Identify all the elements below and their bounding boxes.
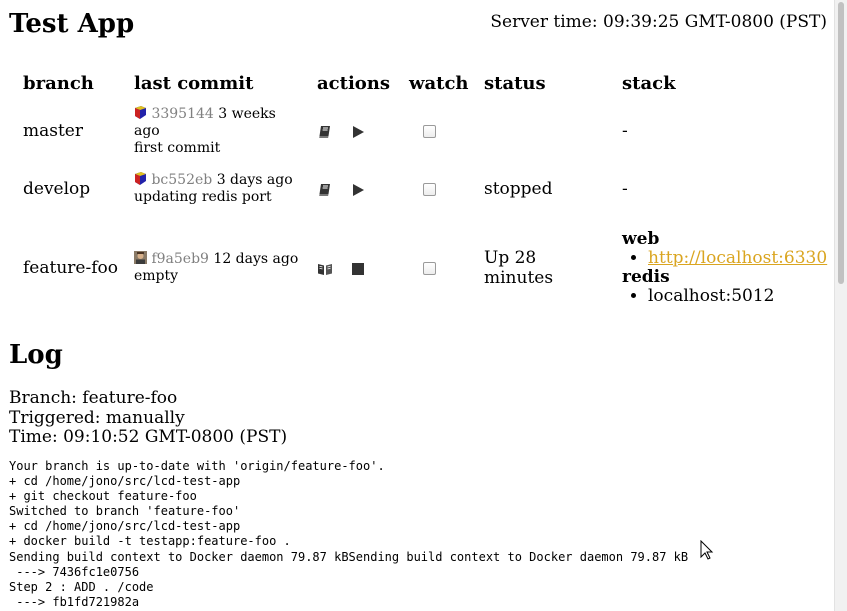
stack-empty: - — [622, 121, 628, 141]
table-row: feature-foo f9a5eb9 12 days ago empty Up… — [9, 218, 827, 318]
stack-redis-list: localhost:5012 — [622, 287, 827, 306]
commit-message: first commit — [134, 139, 221, 156]
commit-sha-link[interactable]: 3395144 — [151, 106, 213, 122]
watch-cell — [395, 102, 470, 160]
actions-cell — [303, 218, 395, 318]
watch-checkbox[interactable] — [423, 183, 436, 196]
commit-age: 3 days ago — [216, 172, 293, 188]
commit-message: empty — [134, 268, 179, 284]
stack-empty: - — [622, 179, 628, 199]
photo-avatar-icon — [134, 251, 147, 264]
log-triggered: Triggered: manually — [9, 407, 185, 428]
status-text: Up 28 minutes — [484, 248, 554, 288]
branch-name: master — [23, 121, 83, 141]
header-branch: branch — [23, 72, 94, 94]
watch-cell — [395, 160, 470, 218]
page: Test App Server time: 09:39:25 GMT-0800 … — [0, 0, 834, 611]
header-watch: watch — [409, 72, 469, 94]
table-header-row: branch last commit actions watch status … — [9, 64, 827, 102]
vertical-scrollbar[interactable] — [834, 0, 847, 611]
watch-checkbox[interactable] — [423, 125, 436, 138]
book-icon[interactable] — [317, 124, 333, 140]
header-status: status — [484, 72, 546, 94]
list-item: localhost:5012 — [648, 287, 827, 306]
last-commit: 3395144 3 weeks ago first commit — [120, 102, 303, 160]
table-row: develop bc552eb 3 days ago updating redi… — [9, 160, 827, 218]
actions-cell — [303, 160, 395, 218]
log-title: Log — [9, 340, 63, 370]
open-book-icon[interactable] — [317, 261, 333, 277]
log-output: Your branch is up-to-date with 'origin/f… — [9, 459, 689, 609]
last-commit: f9a5eb9 12 days ago empty — [120, 218, 303, 318]
status-text — [470, 102, 608, 160]
stack-web-list: http://localhost:6330 — [622, 249, 827, 268]
stack-service-web: web — [622, 229, 660, 249]
header-stack: stack — [622, 72, 676, 94]
app-title: Test App — [9, 9, 135, 39]
stack-cell: web http://localhost:6330 redis localhos… — [608, 218, 827, 318]
book-icon[interactable] — [317, 182, 333, 198]
header-last-commit: last commit — [134, 72, 254, 94]
watch-cell — [395, 218, 470, 318]
play-icon[interactable] — [350, 182, 366, 198]
commit-sha-link[interactable]: f9a5eb9 — [151, 251, 209, 267]
stack-service-redis: redis — [622, 267, 670, 287]
cube-avatar-icon — [135, 172, 146, 185]
log-branch: Branch: feature-foo — [9, 388, 178, 408]
table-row: master 3395144 3 weeks ago first commit … — [9, 102, 827, 160]
actions-cell — [303, 102, 395, 160]
stop-icon[interactable] — [350, 261, 366, 277]
branches-table: branch last commit actions watch status … — [9, 64, 827, 318]
header-actions: actions — [317, 72, 391, 94]
status-text: stopped — [484, 179, 553, 199]
commit-age: 12 days ago — [213, 251, 299, 267]
commit-sha-link[interactable]: bc552eb — [151, 172, 212, 188]
stack-web-link[interactable]: http://localhost:6330 — [648, 248, 827, 268]
last-commit: bc552eb 3 days ago updating redis port — [120, 160, 303, 218]
commit-message: updating redis port — [134, 189, 272, 205]
server-time-label: Server time: — [490, 12, 598, 32]
scrollbar-thumb[interactable] — [838, 2, 844, 284]
list-item: http://localhost:6330 — [648, 249, 827, 268]
mouse-cursor-icon — [700, 540, 714, 560]
server-time: Server time: 09:39:25 GMT-0800 (PST) — [490, 12, 827, 32]
branch-name: feature-foo — [23, 258, 118, 278]
log-meta: Branch: feature-foo Triggered: manually … — [9, 388, 288, 448]
server-time-value: 09:39:25 GMT-0800 (PST) — [603, 12, 827, 32]
play-icon[interactable] — [350, 124, 366, 140]
cube-avatar-icon — [135, 105, 146, 119]
log-time: Time: 09:10:52 GMT-0800 (PST) — [9, 427, 288, 447]
watch-checkbox[interactable] — [423, 262, 436, 275]
branch-name: develop — [23, 179, 91, 199]
